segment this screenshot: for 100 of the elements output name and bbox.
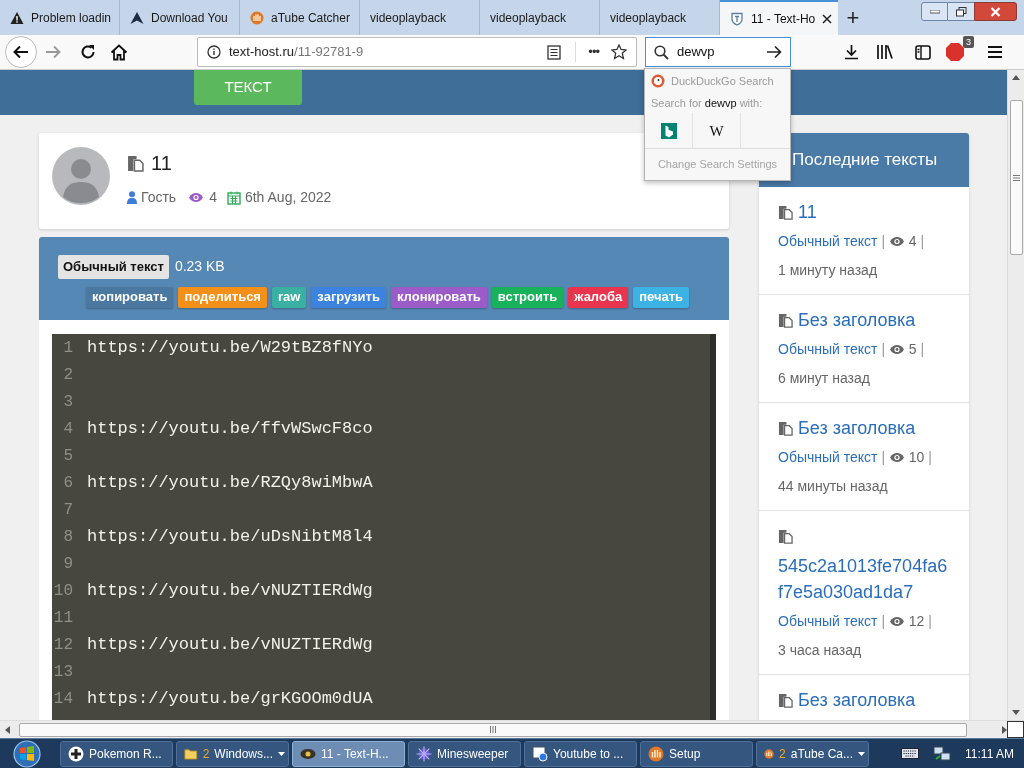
arrowhead-icon [130, 10, 144, 25]
avatar-silhouette-icon [52, 147, 110, 205]
view-count: 12 [908, 613, 925, 629]
forward-arrow-icon[interactable] [45, 45, 61, 59]
window-count: 2 [779, 745, 786, 763]
separator: | [881, 341, 886, 357]
go-arrow-icon[interactable] [766, 45, 782, 59]
search-engine-button[interactable]: W [693, 113, 741, 149]
scrollbar-corner [1007, 721, 1024, 738]
taskbar-button[interactable]: 2 aTube Ca... [756, 740, 869, 767]
eye-icon [888, 616, 905, 627]
documents-icon [778, 529, 793, 544]
view-count: 4 [209, 188, 217, 207]
scrollbar-thumb[interactable] [19, 722, 968, 737]
scroll-down-icon[interactable] [1012, 710, 1020, 715]
menu-icon[interactable] [987, 45, 1003, 59]
paste-title-link[interactable]: Без заголовка [798, 310, 916, 330]
paste-action-button[interactable]: клонировать [390, 286, 487, 308]
documents-icon [778, 205, 793, 220]
line-number: 14 [52, 688, 73, 710]
star-icon[interactable] [611, 44, 627, 60]
browser-tab[interactable]: 11 - Text-Ho [720, 0, 838, 35]
paste-title-link[interactable]: Без заголовка [798, 690, 916, 710]
scroll-left-icon[interactable] [5, 725, 10, 734]
taskbar-button[interactable]: Setup [640, 740, 753, 767]
code-line: https://youtu.be/ffvWSwcF8co [87, 417, 373, 440]
search-for-text: Search for dewvp with: [650, 96, 764, 111]
search-field[interactable]: dewvp [645, 37, 791, 67]
line-number: 6 [62, 472, 73, 494]
paste-title-link[interactable]: 545c2a1013fe704fa6f7e5a030ad1da7 [778, 553, 950, 605]
shield-icon [730, 11, 744, 26]
code-line: https://youtu.be/RZQy8wiMbwA [87, 471, 373, 494]
code-line: https://youtu.be/W29tBZ8fNYo [87, 336, 373, 359]
syntax-link[interactable]: Обычный текст [778, 449, 878, 465]
line-number: 5 [62, 445, 73, 467]
eye-icon [888, 452, 905, 463]
vertical-scrollbar[interactable] [1007, 70, 1024, 720]
view-count: 4 [908, 233, 917, 249]
address-bar[interactable]: text-host.ru/11-92781-9 ••• [197, 37, 637, 67]
paste-title: 11 [151, 151, 172, 176]
keyboard-icon[interactable] [901, 748, 920, 759]
paste-action-button[interactable]: загрузить [311, 286, 386, 308]
documents-icon [778, 421, 793, 436]
minimize-icon [929, 9, 940, 14]
time-ago: 1 минуту назад [778, 261, 878, 280]
window-count: 2 [202, 745, 210, 763]
paste-action-button[interactable]: встроить [491, 286, 564, 308]
taskbar-button[interactable]: 11 - Text-H... [292, 740, 405, 767]
paste-action-button[interactable]: копировать [86, 286, 174, 308]
network-icon[interactable] [933, 745, 952, 762]
library-icon[interactable] [876, 44, 894, 60]
window-icon [532, 745, 548, 762]
new-tab-button[interactable]: + [838, 0, 868, 35]
separator: | [928, 449, 932, 465]
time-ago: 6 минут назад [778, 369, 870, 388]
paste-title-link[interactable]: 11 [798, 202, 817, 222]
syntax-link[interactable]: Обычный текст [778, 233, 878, 249]
taskbar-button[interactable]: Pokemon R... [60, 740, 173, 767]
line-number: 9 [62, 553, 73, 575]
code-line: https://youtu.be/vNUZTIERdWg [87, 633, 373, 656]
url-text: text-host.ru/11-92781-9 [229, 43, 364, 62]
scrollbar-thumb[interactable] [1009, 100, 1023, 255]
reload-icon[interactable] [80, 44, 96, 60]
paste-title-link[interactable]: Без заголовка [798, 418, 916, 438]
eye-icon [888, 344, 905, 355]
stop-sign-icon[interactable] [945, 42, 965, 62]
scroll-up-icon[interactable] [1012, 75, 1020, 80]
syntax-link[interactable]: Обычный текст [778, 341, 878, 357]
taskbar-button[interactable]: Youtube to ... [524, 740, 637, 767]
restore-icon [955, 6, 967, 17]
sidebar-icon[interactable] [915, 44, 931, 60]
documents-icon [778, 693, 793, 708]
close-window-button[interactable] [974, 2, 1017, 21]
calendar-icon [226, 190, 241, 205]
paste-action-button[interactable]: жалоба [568, 286, 629, 308]
documents-icon [778, 313, 793, 328]
cross-icon [68, 745, 84, 762]
restore-button[interactable] [948, 2, 974, 21]
view-count: 5 [908, 341, 917, 357]
home-icon[interactable] [110, 43, 128, 61]
b-logo-icon [660, 123, 677, 139]
info-icon[interactable] [207, 45, 221, 59]
taskbar-button[interactable]: 2 Windows... [176, 740, 289, 767]
line-number: 2 [62, 364, 73, 386]
duck-logo-icon [651, 74, 665, 88]
close-tab-icon[interactable] [822, 13, 833, 24]
syntax-label: Обычный текст [58, 255, 169, 279]
taskbar-button[interactable]: Minesweeper [408, 740, 521, 767]
addon-badge: 3 [963, 36, 974, 48]
download-icon[interactable] [844, 44, 859, 60]
separator: | [881, 233, 886, 249]
separator: | [928, 613, 932, 629]
clock: 11:11 AM [965, 745, 1014, 763]
page-actions-button[interactable]: ••• [588, 42, 599, 62]
search-engine-item[interactable]: DuckDuckGo Search [645, 69, 790, 93]
reader-view-icon[interactable] [547, 44, 562, 60]
back-button[interactable] [5, 36, 37, 68]
time-ago: 3 часа назад [778, 641, 862, 660]
syntax-link[interactable]: Обычный текст [778, 613, 878, 629]
horizontal-scrollbar[interactable] [0, 720, 1024, 738]
